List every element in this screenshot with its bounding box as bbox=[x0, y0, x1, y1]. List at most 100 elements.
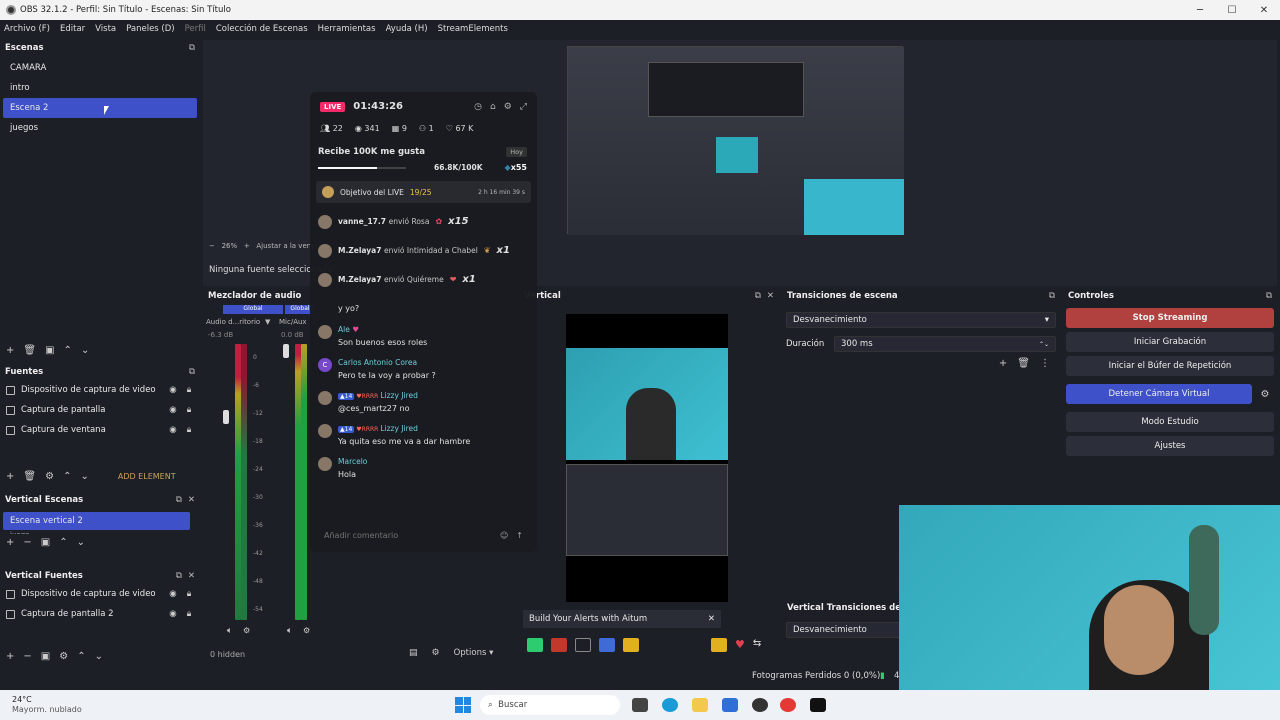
record-icon[interactable] bbox=[551, 638, 567, 652]
comment-input[interactable]: Añadir comentario ☺ ↑ bbox=[316, 526, 531, 544]
eye-icon[interactable]: ◉ bbox=[168, 425, 178, 435]
aitum-settings-icon[interactable] bbox=[711, 638, 727, 652]
minimize-button[interactable]: ─ bbox=[1184, 0, 1216, 20]
share-icon[interactable]: ⇆ bbox=[753, 638, 761, 652]
speaker-icon[interactable]: 🔈︎ bbox=[287, 626, 292, 636]
file-explorer-icon[interactable] bbox=[692, 698, 708, 712]
gear-icon[interactable]: ⚙ bbox=[243, 626, 250, 635]
source-item[interactable]: Captura de ventana ◉ 🔒︎ bbox=[0, 420, 200, 440]
close-icon[interactable]: ✕ bbox=[188, 571, 195, 581]
maximize-button[interactable]: ☐ bbox=[1216, 0, 1248, 20]
dropdown-arrow-icon[interactable]: ▼ bbox=[265, 318, 270, 326]
menu-paneles[interactable]: Paneles (D) bbox=[126, 24, 174, 34]
scene-item[interactable]: intro bbox=[3, 78, 197, 98]
vertical-transition-select[interactable]: Desvanecimiento bbox=[786, 622, 900, 638]
eye-icon[interactable]: ◉ bbox=[168, 609, 178, 619]
task-view-icon[interactable] bbox=[632, 698, 648, 712]
menu-perfil[interactable]: Perfil bbox=[185, 24, 206, 34]
add-element-button[interactable]: ADD ELEMENT bbox=[118, 472, 176, 481]
up-icon[interactable]: ⌃ bbox=[77, 651, 85, 662]
lock-icon[interactable]: ⌂ bbox=[490, 102, 496, 112]
obs-taskbar-icon[interactable] bbox=[752, 698, 768, 712]
gear-icon[interactable]: ⚙ bbox=[303, 626, 310, 635]
stop-virtual-cam-button[interactable]: Detener Cámara Virtual bbox=[1066, 384, 1252, 404]
add-icon[interactable]: + bbox=[6, 345, 14, 356]
filter-icon[interactable]: ▣ bbox=[41, 537, 50, 548]
edge-icon[interactable] bbox=[662, 698, 678, 712]
remove-icon[interactable]: − bbox=[23, 537, 31, 548]
backtrack-icon[interactable] bbox=[575, 638, 591, 652]
menu-vista[interactable]: Vista bbox=[95, 24, 116, 34]
more-icon[interactable]: ⋮ bbox=[1040, 358, 1050, 369]
menu-ayuda[interactable]: Ayuda (H) bbox=[386, 24, 428, 34]
add-icon[interactable]: + bbox=[999, 358, 1007, 369]
zoom-in-icon[interactable]: + bbox=[244, 242, 250, 250]
windows-start-icon[interactable] bbox=[455, 697, 471, 713]
menu-coleccion[interactable]: Colección de Escenas bbox=[216, 24, 308, 34]
options-button[interactable]: Options ▾ bbox=[454, 648, 494, 658]
lock-icon[interactable]: 🔒︎ bbox=[184, 425, 194, 435]
gear-icon[interactable]: ⚙ bbox=[45, 471, 54, 482]
duration-spinbox[interactable]: 300 ms ⌃⌄ bbox=[834, 336, 1056, 352]
up-icon[interactable]: ⌃ bbox=[59, 537, 67, 548]
source-item[interactable]: Captura de pantalla ◉ 🔒︎ bbox=[0, 400, 200, 420]
eye-icon[interactable]: ◉ bbox=[168, 589, 178, 599]
trash-icon[interactable]: 🗑 bbox=[1017, 358, 1030, 369]
float-icon[interactable]: ⧉ bbox=[176, 495, 182, 505]
lock-icon[interactable]: 🔒︎ bbox=[184, 609, 194, 619]
vertical-source-item[interactable]: Dispositivo de captura de video ◉ 🔒︎ bbox=[0, 584, 200, 604]
taskbar-search[interactable]: ⌕ Buscar bbox=[480, 695, 620, 715]
expand-icon[interactable]: ⤢ bbox=[520, 102, 527, 112]
filter-icon[interactable]: ▣ bbox=[41, 651, 50, 662]
weather-widget[interactable]: 24°C Mayorm. nublado bbox=[12, 695, 82, 715]
eye-icon[interactable]: ◉ bbox=[168, 405, 178, 415]
scene-item-selected[interactable]: Escena 2 bbox=[3, 98, 197, 118]
virtual-cam-icon[interactable] bbox=[599, 638, 615, 652]
volume-slider-handle[interactable] bbox=[223, 410, 229, 424]
studio-mode-button[interactable]: Modo Estudio bbox=[1066, 412, 1274, 432]
float-icon[interactable]: ⧉ bbox=[189, 367, 195, 377]
tiktok-icon[interactable] bbox=[810, 698, 826, 712]
settings-icon[interactable]: ⚙ bbox=[432, 648, 440, 658]
down-icon[interactable]: ⌄ bbox=[81, 345, 89, 356]
up-icon[interactable]: ⌃ bbox=[63, 471, 71, 482]
aitum-banner[interactable]: Build Your Alerts with Aitum ✕ bbox=[523, 610, 721, 628]
menu-herramientas[interactable]: Herramientas bbox=[318, 24, 376, 34]
lock-icon[interactable]: 🔒︎ bbox=[184, 385, 194, 395]
settings-button[interactable]: Ajustes bbox=[1066, 436, 1274, 456]
gear-icon[interactable]: ⚙ bbox=[59, 651, 68, 662]
down-icon[interactable]: ⌄ bbox=[80, 471, 88, 482]
volume-slider-handle[interactable] bbox=[283, 344, 289, 358]
add-icon[interactable]: + bbox=[6, 537, 14, 548]
vertical-scene-item-selected[interactable]: Escena vertical 2 bbox=[3, 512, 190, 530]
global-tab[interactable]: Global bbox=[223, 305, 283, 314]
filter-icon[interactable]: ▣ bbox=[45, 345, 54, 356]
trash-icon[interactable]: 🗑 bbox=[23, 345, 36, 356]
menu-streamelements[interactable]: StreamElements bbox=[438, 24, 508, 34]
float-icon[interactable]: ⧉ bbox=[189, 43, 195, 53]
source-item[interactable]: Dispositivo de captura de video ◉ 🔒︎ bbox=[0, 380, 200, 400]
eye-icon[interactable]: ◉ bbox=[168, 385, 178, 395]
remove-icon[interactable]: − bbox=[23, 651, 31, 662]
float-icon[interactable]: ⧉ bbox=[755, 291, 761, 301]
close-icon[interactable]: ✕ bbox=[767, 291, 774, 301]
replay-buffer-button[interactable]: Iniciar el Búfer de Repetición bbox=[1066, 356, 1274, 376]
send-icon[interactable]: ↑ bbox=[516, 531, 523, 540]
menu-editar[interactable]: Editar bbox=[60, 24, 85, 34]
store-icon[interactable] bbox=[722, 698, 738, 712]
close-icon[interactable]: ✕ bbox=[188, 495, 195, 505]
float-icon[interactable]: ⧉ bbox=[176, 571, 182, 581]
close-icon[interactable]: ✕ bbox=[708, 614, 715, 624]
close-button[interactable]: ✕ bbox=[1248, 0, 1280, 20]
float-icon[interactable]: ⧉ bbox=[1049, 291, 1055, 301]
scene-item[interactable]: CAMARA bbox=[3, 58, 197, 78]
stream-icon[interactable] bbox=[527, 638, 543, 652]
vertical-source-item[interactable]: Captura de pantalla 2 ◉ 🔒︎ bbox=[0, 604, 200, 624]
transition-select[interactable]: Desvanecimiento ▾ bbox=[786, 312, 1056, 328]
add-icon[interactable]: + bbox=[6, 471, 14, 482]
zoom-out-icon[interactable]: − bbox=[209, 242, 215, 250]
add-icon[interactable]: + bbox=[6, 651, 14, 662]
emoji-icon[interactable]: ☺ bbox=[500, 531, 508, 540]
up-icon[interactable]: ⌃ bbox=[64, 345, 72, 356]
trash-icon[interactable]: 🗑 bbox=[23, 471, 36, 482]
